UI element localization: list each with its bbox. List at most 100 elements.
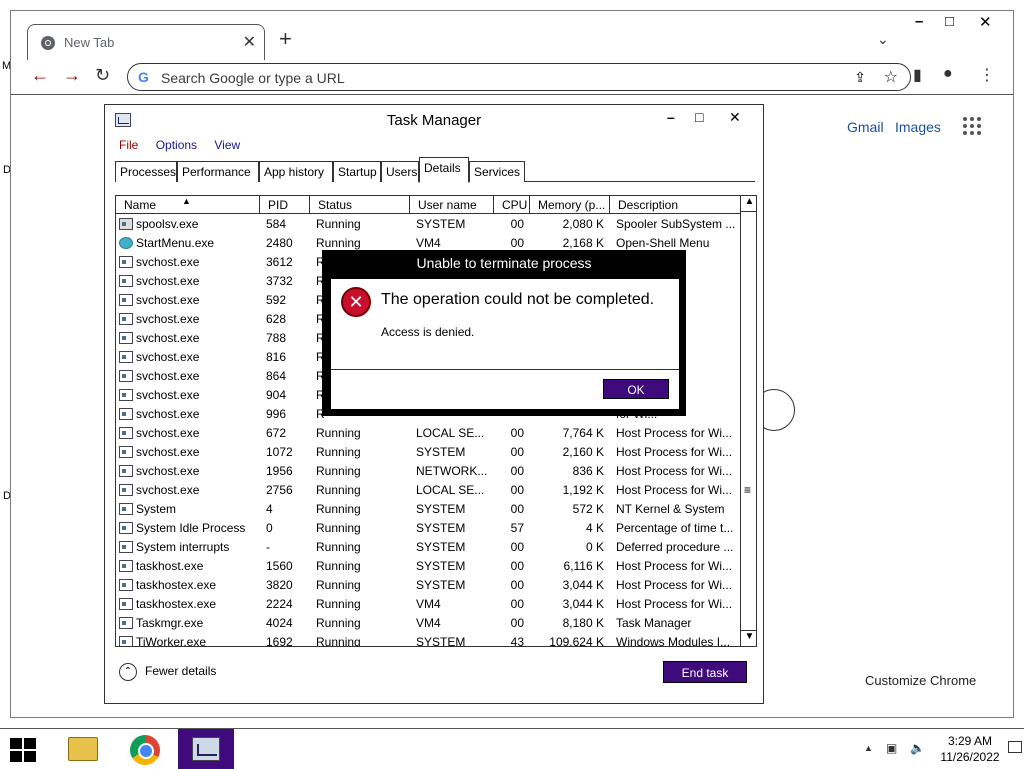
tm-maximize-icon[interactable]: □ xyxy=(695,109,703,125)
table-row[interactable]: svchost.exe 2756 Running LOCAL SE... 00 1,192… xyxy=(116,481,740,500)
cell-status: Running xyxy=(316,635,361,647)
scroll-grip-icon: ≡ xyxy=(744,483,752,497)
tab-search-chevron-icon[interactable]: ⌄ xyxy=(877,31,889,48)
task-manager-titlebar[interactable]: Task Manager – □ ✕ xyxy=(105,105,763,135)
tab-performance[interactable]: Performance xyxy=(177,161,259,182)
share-icon[interactable]: ⇪ xyxy=(854,69,866,86)
tm-minimize-icon[interactable]: – xyxy=(667,109,675,125)
col-pid[interactable]: PID xyxy=(260,196,310,214)
tab-services[interactable]: Services xyxy=(469,161,525,182)
cell-cpu: 00 xyxy=(510,616,524,630)
windows-start-icon[interactable] xyxy=(10,738,38,762)
table-row[interactable]: TiWorker.exe 1692 Running SYSTEM 43 109,624 K… xyxy=(116,633,740,647)
tab-processes[interactable]: Processes xyxy=(115,161,177,182)
chrome-minimize-icon[interactable]: – xyxy=(915,13,923,30)
col-description[interactable]: Description xyxy=(610,196,740,214)
cell-status: Running xyxy=(316,559,361,573)
cell-name: System interrupts xyxy=(136,540,230,554)
images-link[interactable]: Images xyxy=(895,119,941,135)
table-row[interactable]: taskhostex.exe 3820 Running SYSTEM 00 3,044 K… xyxy=(116,576,740,595)
scroll-thumb[interactable]: ≡ xyxy=(741,213,756,631)
network-icon[interactable]: ▣ xyxy=(886,741,897,755)
cell-pid: 1560 xyxy=(266,559,293,573)
table-row[interactable]: System interrupts - Running SYSTEM 00 0 K Defe… xyxy=(116,538,740,557)
ok-button[interactable]: OK xyxy=(603,379,669,399)
menu-file[interactable]: File xyxy=(119,138,138,152)
scroll-up-icon[interactable]: ▲ xyxy=(741,196,756,212)
tab-close-icon[interactable]: ✕ xyxy=(243,32,256,52)
chrome-maximize-icon[interactable]: □ xyxy=(945,13,954,30)
col-memory[interactable]: Memory (p... xyxy=(530,196,610,214)
forward-arrow-icon[interactable]: → xyxy=(63,65,81,86)
task-manager-title: Task Manager xyxy=(386,112,482,129)
omnibox-placeholder[interactable]: Search Google or type a URL xyxy=(161,70,345,86)
taskbar-file-explorer[interactable] xyxy=(54,729,110,769)
process-window-icon xyxy=(119,598,133,610)
back-arrow-icon[interactable]: ← xyxy=(31,65,49,86)
table-row[interactable]: taskhost.exe 1560 Running SYSTEM 00 6,116 K Ho… xyxy=(116,557,740,576)
cell-name: svchost.exe xyxy=(136,388,200,402)
table-row[interactable]: Taskmgr.exe 4024 Running VM4 00 8,180 K Task M… xyxy=(116,614,740,633)
tm-close-icon[interactable]: ✕ xyxy=(729,109,741,126)
cell-cpu: 57 xyxy=(510,521,524,535)
tab-new-tab[interactable]: New Tab ✕ xyxy=(27,24,265,60)
omnibox[interactable]: G Search Google or type a URL ⇪ ☆ xyxy=(127,63,911,91)
reload-icon[interactable]: ↻ xyxy=(95,65,110,86)
gmail-link[interactable]: Gmail xyxy=(847,119,884,135)
cell-cpu: 00 xyxy=(510,597,524,611)
clock-time[interactable]: 3:29 AM xyxy=(940,734,1000,748)
chrome-close-icon[interactable]: ✕ xyxy=(979,13,992,31)
tab-app-history[interactable]: App history xyxy=(259,161,333,182)
table-row[interactable]: System 4 Running SYSTEM 00 572 K NT Kernel & S… xyxy=(116,500,740,519)
col-cpu[interactable]: CPU xyxy=(494,196,530,214)
cell-name: svchost.exe xyxy=(136,369,200,383)
fewer-details-button[interactable]: ⌃ Fewer details xyxy=(119,663,216,681)
tab-title: New Tab xyxy=(64,35,115,50)
table-row[interactable]: spoolsv.exe 584 Running SYSTEM 00 2,080 K Spoo… xyxy=(116,215,740,234)
tab-users[interactable]: Users xyxy=(381,161,419,182)
cell-user: VM4 xyxy=(416,236,441,250)
new-tab-plus-icon[interactable]: + xyxy=(279,28,292,50)
error-x-icon: ✕ xyxy=(341,287,371,317)
table-scrollbar[interactable]: ▲ ≡ ▼ xyxy=(740,196,756,646)
cell-pid: 1692 xyxy=(266,635,293,647)
tab-details[interactable]: Details xyxy=(419,157,469,183)
cell-pid: 4 xyxy=(266,502,273,516)
dialog-message: The operation could not be completed. xyxy=(381,291,655,308)
cell-pid: 4024 xyxy=(266,616,293,630)
process-window-icon xyxy=(119,370,133,382)
google-apps-icon[interactable] xyxy=(963,117,983,137)
customize-chrome-button[interactable]: Customize Chrome xyxy=(865,673,976,688)
volume-icon[interactable]: 🔈 xyxy=(910,741,925,755)
cell-status: Running xyxy=(316,540,361,554)
cell-user: SYSTEM xyxy=(416,502,466,516)
cell-pid: 904 xyxy=(266,388,287,402)
side-panel-icon[interactable]: ▮ xyxy=(913,65,922,85)
taskbar-chrome[interactable] xyxy=(116,729,172,769)
menu-options[interactable]: Options xyxy=(156,138,197,152)
clock-date[interactable]: 11/26/2022 xyxy=(935,750,1005,764)
cell-name: Taskmgr.exe xyxy=(136,616,204,630)
table-row[interactable]: svchost.exe 672 Running LOCAL SE... 00 7,764 … xyxy=(116,424,740,443)
table-row[interactable]: svchost.exe 1072 Running SYSTEM 00 2,160 K Hos… xyxy=(116,443,740,462)
cell-mem: 3,044 K xyxy=(562,597,604,611)
cell-mem: 2,168 K xyxy=(562,236,604,250)
chrome-menu-icon[interactable]: ⋮ xyxy=(979,65,995,85)
taskbar-task-manager[interactable] xyxy=(178,729,234,769)
cell-cpu: 00 xyxy=(510,445,524,459)
menu-view[interactable]: View xyxy=(214,138,240,152)
table-row[interactable]: System Idle Process 0 Running SYSTEM 57 4 K Pe… xyxy=(116,519,740,538)
end-task-button[interactable]: End task xyxy=(663,661,747,683)
col-status[interactable]: Status xyxy=(310,196,410,214)
scroll-down-icon[interactable]: ▼ xyxy=(741,630,756,646)
col-user-name[interactable]: User name xyxy=(410,196,494,214)
table-row[interactable]: svchost.exe 1956 Running NETWORK... 00 836 K H… xyxy=(116,462,740,481)
cell-user: SYSTEM xyxy=(416,521,466,535)
tray-up-arrow-icon[interactable]: ▲ xyxy=(864,743,873,753)
tab-startup[interactable]: Startup xyxy=(333,161,381,182)
profile-avatar-icon[interactable]: ● xyxy=(943,65,953,83)
notification-icon[interactable] xyxy=(1008,741,1022,753)
bookmark-star-icon[interactable]: ☆ xyxy=(884,67,898,87)
table-row[interactable]: taskhostex.exe 2224 Running VM4 00 3,044 K Hos… xyxy=(116,595,740,614)
cell-mem: 109,624 K xyxy=(549,635,604,647)
